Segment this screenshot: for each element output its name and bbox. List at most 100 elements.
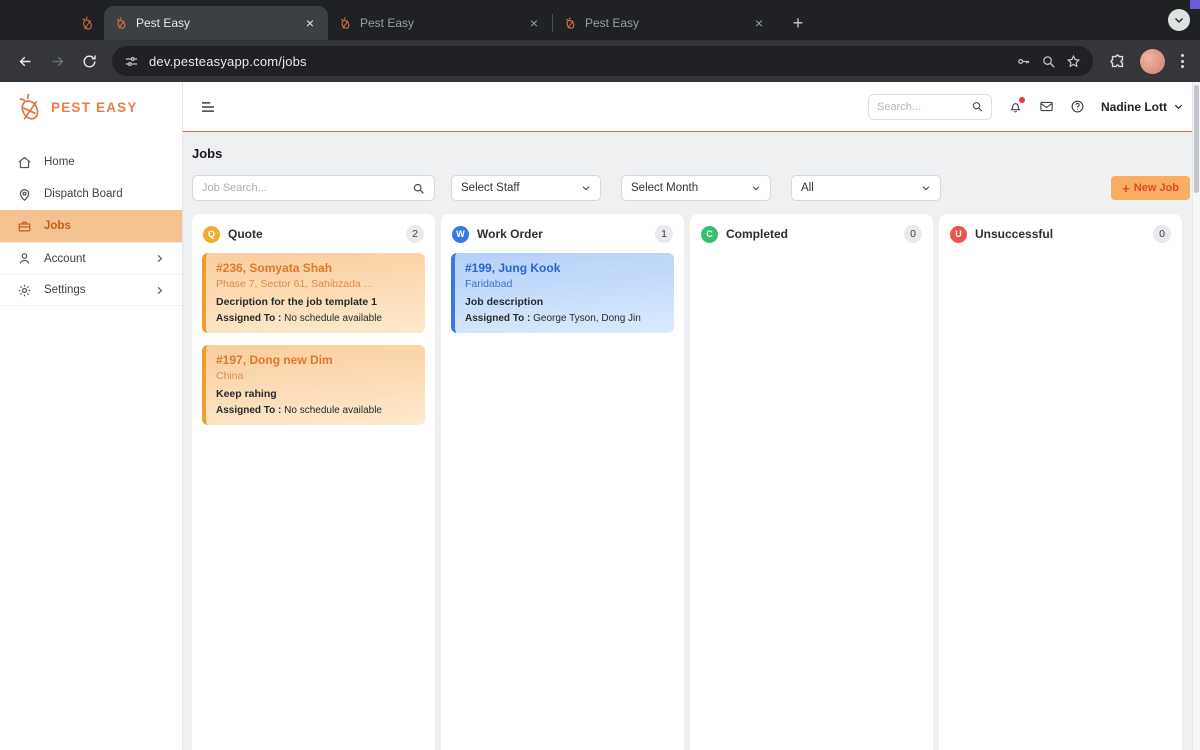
- column-title: Completed: [726, 227, 896, 241]
- chevron-down-icon: [921, 183, 931, 193]
- sidebar-item-settings[interactable]: Settings: [0, 274, 182, 306]
- sidebar-item-account[interactable]: Account: [0, 242, 182, 274]
- sidebar-item-label: Jobs: [44, 220, 71, 232]
- close-icon[interactable]: ×: [526, 15, 542, 31]
- search-icon[interactable]: [412, 182, 425, 195]
- bookmark-star-icon[interactable]: [1066, 54, 1081, 69]
- page-scrollbar[interactable]: [1192, 82, 1200, 750]
- global-search-box[interactable]: [868, 94, 992, 120]
- column-header: W Work Order 1: [451, 223, 674, 253]
- global-search-input[interactable]: [877, 101, 965, 113]
- assigned-value: No schedule available: [284, 313, 382, 324]
- job-search-input[interactable]: [202, 182, 406, 194]
- browser-tab[interactable]: Pest Easy ×: [553, 6, 777, 40]
- main-area: Nadine Lott Jobs Select Staff: [183, 82, 1200, 750]
- password-key-icon[interactable]: [1016, 54, 1031, 69]
- job-card-title: #199, Jung Kook: [465, 261, 664, 275]
- month-filter-value: Select Month: [631, 182, 698, 194]
- lens-search-icon[interactable]: [1041, 54, 1056, 69]
- column-title: Unsuccessful: [975, 227, 1145, 241]
- work-order-status-icon: W: [452, 226, 469, 243]
- pest-easy-favicon: [563, 16, 577, 30]
- pinned-tab[interactable]: [70, 6, 104, 40]
- address-bar[interactable]: dev.pesteasyapp.com/jobs: [112, 46, 1093, 76]
- assigned-label: Assigned To :: [465, 313, 530, 324]
- staff-filter-select[interactable]: Select Staff: [451, 175, 601, 201]
- close-icon[interactable]: ×: [751, 15, 767, 31]
- job-card-location: China: [216, 370, 415, 382]
- job-card[interactable]: #197, Dong new Dim China Keep rahing Ass…: [202, 345, 425, 425]
- job-card[interactable]: #236, Somyata Shah Phase 7, Sector 61, S…: [202, 253, 425, 333]
- column-title: Quote: [228, 227, 398, 241]
- job-card-assigned: Assigned To : No schedule available: [216, 313, 415, 324]
- kanban-board: Q Quote 2 #236, Somyata Shah Phase 7, Se…: [192, 214, 1190, 750]
- corner-indicator: [1190, 0, 1200, 9]
- chevron-down-icon: [581, 183, 591, 193]
- close-icon[interactable]: ×: [302, 15, 318, 31]
- messages-button[interactable]: [1039, 99, 1054, 114]
- month-filter-select[interactable]: Select Month: [621, 175, 771, 201]
- briefcase-icon: [17, 219, 32, 234]
- search-icon[interactable]: [971, 99, 983, 114]
- column-count-badge: 0: [904, 225, 922, 243]
- sidebar-item-home[interactable]: Home: [0, 146, 182, 178]
- sidebar-item-label: Account: [44, 253, 86, 265]
- browser-tab[interactable]: Pest Easy ×: [328, 6, 552, 40]
- home-icon: [17, 155, 32, 170]
- assigned-label: Assigned To :: [216, 405, 281, 416]
- sidebar-item-jobs[interactable]: Jobs: [0, 210, 182, 242]
- notifications-button[interactable]: [1008, 99, 1023, 114]
- job-card[interactable]: #199, Jung Kook Faridabad Job descriptio…: [451, 253, 674, 333]
- job-card-location: Phase 7, Sector 61, Sahibzada ...: [216, 278, 415, 290]
- new-tab-button[interactable]: +: [785, 10, 811, 36]
- pest-easy-logo-icon: [14, 92, 44, 122]
- job-search-box[interactable]: [192, 175, 435, 201]
- forward-button[interactable]: [42, 46, 72, 76]
- scrollbar-thumb[interactable]: [1194, 85, 1199, 193]
- sidebar-toggle-icon[interactable]: [199, 98, 217, 116]
- site-info-icon[interactable]: [124, 54, 139, 69]
- pest-easy-favicon: [114, 16, 128, 30]
- page-content: Jobs Select Staff Select Month: [183, 132, 1200, 750]
- back-icon: [17, 53, 34, 70]
- refresh-button[interactable]: [74, 46, 104, 76]
- assigned-label: Assigned To :: [216, 313, 281, 324]
- column-title: Work Order: [477, 227, 647, 241]
- status-filter-value: All: [801, 182, 814, 194]
- map-pin-icon: [17, 187, 32, 202]
- column-header: C Completed 0: [700, 223, 923, 253]
- board-column-quote: Q Quote 2 #236, Somyata Shah Phase 7, Se…: [192, 214, 435, 750]
- quote-status-icon: Q: [203, 226, 220, 243]
- sidebar-item-dispatch-board[interactable]: Dispatch Board: [0, 178, 182, 210]
- notification-dot: [1019, 97, 1025, 103]
- browser-toolbar: dev.pesteasyapp.com/jobs: [0, 40, 1200, 82]
- unsuccessful-status-icon: U: [950, 226, 967, 243]
- new-job-label: New Job: [1134, 182, 1179, 194]
- sidebar-item-label: Home: [44, 156, 75, 168]
- sidebar: PEST EASY Home Dispatch Board Jobs Acco: [0, 82, 183, 750]
- job-card-title: #236, Somyata Shah: [216, 261, 415, 275]
- tab-title: Pest Easy: [585, 16, 743, 30]
- job-card-assigned: Assigned To : No schedule available: [216, 405, 415, 416]
- browser-menu-icon[interactable]: [1175, 48, 1190, 74]
- new-job-button[interactable]: + New Job: [1111, 176, 1190, 200]
- assigned-value: No schedule available: [284, 405, 382, 416]
- profile-avatar[interactable]: [1140, 49, 1165, 74]
- board-column-unsuccessful: U Unsuccessful 0: [939, 214, 1182, 750]
- help-button[interactable]: [1070, 99, 1085, 114]
- plus-icon: +: [1122, 181, 1130, 196]
- extensions-icon[interactable]: [1109, 53, 1126, 70]
- back-button[interactable]: [10, 46, 40, 76]
- user-menu[interactable]: Nadine Lott: [1101, 100, 1184, 114]
- chevron-down-icon: [1173, 101, 1184, 112]
- assigned-value: George Tyson, Dong Jin: [533, 313, 641, 324]
- board-column-completed: C Completed 0: [690, 214, 933, 750]
- status-filter-select[interactable]: All: [791, 175, 941, 201]
- tab-search-button[interactable]: [1168, 9, 1190, 31]
- chevron-right-icon: [154, 285, 165, 296]
- user-icon: [17, 251, 32, 266]
- url-text: dev.pesteasyapp.com/jobs: [149, 54, 1006, 69]
- browser-tab-active[interactable]: Pest Easy ×: [104, 6, 328, 40]
- sidebar-nav: Home Dispatch Board Jobs Account: [0, 146, 182, 306]
- brand: PEST EASY: [0, 82, 182, 132]
